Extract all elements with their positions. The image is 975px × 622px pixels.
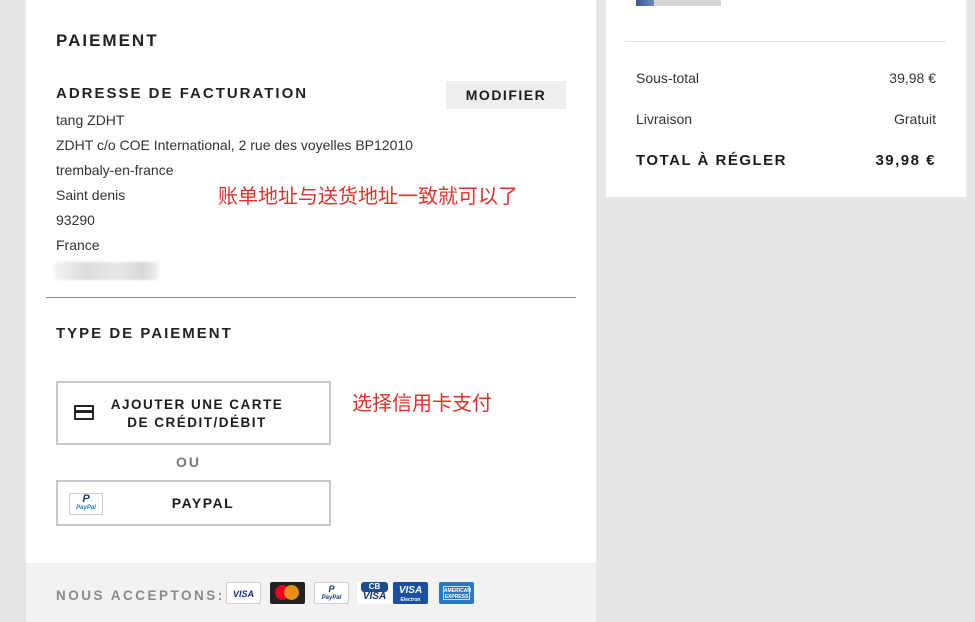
credit-card-icon bbox=[74, 405, 94, 420]
total-value: 39,98 € bbox=[875, 152, 936, 169]
visa-logo-icon: VISA bbox=[226, 582, 261, 604]
cb-visa-logo-icon: CB VISA bbox=[357, 582, 392, 604]
total-label: TOTAL À RÉGLER bbox=[636, 152, 788, 169]
billing-annotation: 账单地址与送货地址一致就可以了 bbox=[218, 184, 518, 208]
address-postcode: 93290 bbox=[56, 212, 95, 228]
blurred-phone bbox=[54, 262, 159, 280]
card-annotation: 选择信用卡支付 bbox=[352, 391, 492, 415]
add-card-label: AJOUTER UNE CARTE DE CRÉDIT/DÉBIT bbox=[110, 397, 284, 430]
subtotal-row: Sous-total 39,98 € bbox=[636, 70, 936, 86]
payment-panel: PAIEMENT ADRESSE DE FACTURATION MODIFIER… bbox=[26, 0, 596, 622]
visa-electron-logo-icon: VISA Electron bbox=[393, 582, 428, 604]
mastercard-logo-icon bbox=[270, 582, 305, 604]
accepted-payments-bar: NOUS ACCEPTONS: VISA P PayPal CB VISA VI… bbox=[26, 563, 596, 622]
subtotal-value: 39,98 € bbox=[889, 70, 936, 86]
payment-title: PAIEMENT bbox=[56, 31, 159, 50]
paypal-label: PAYPAL bbox=[171, 495, 235, 511]
add-card-button[interactable]: AJOUTER UNE CARTE DE CRÉDIT/DÉBIT bbox=[56, 381, 331, 445]
amex-logo-icon: AMERICAN EXPRESS bbox=[439, 582, 474, 604]
product-thumbnail bbox=[636, 0, 721, 6]
billing-address-title: ADRESSE DE FACTURATION bbox=[56, 85, 309, 102]
address-country: France bbox=[56, 237, 100, 253]
payment-type-title: TYPE DE PAIEMENT bbox=[56, 325, 233, 342]
shipping-row: Livraison Gratuit bbox=[636, 111, 936, 127]
shipping-value: Gratuit bbox=[893, 111, 936, 127]
paypal-logo-icon: P PayPal bbox=[314, 582, 349, 604]
accepted-label: NOUS ACCEPTONS: bbox=[56, 588, 225, 603]
subtotal-label: Sous-total bbox=[636, 70, 700, 86]
address-street: ZDHT c/o COE International, 2 rue des vo… bbox=[56, 137, 413, 153]
paypal-icon: P PayPal bbox=[69, 493, 103, 515]
total-row: TOTAL À RÉGLER 39,98 € bbox=[636, 152, 936, 169]
shipping-label: Livraison bbox=[636, 111, 693, 127]
or-label: OU bbox=[176, 454, 201, 470]
address-name: tang ZDHT bbox=[56, 112, 125, 128]
paypal-button[interactable]: P PayPal PAYPAL bbox=[56, 480, 331, 526]
summary-divider bbox=[626, 41, 946, 42]
order-summary-panel: Sous-total 39,98 € Livraison Gratuit TOT… bbox=[606, 0, 966, 197]
section-divider bbox=[46, 297, 576, 298]
modify-billing-button[interactable]: MODIFIER bbox=[446, 81, 566, 109]
